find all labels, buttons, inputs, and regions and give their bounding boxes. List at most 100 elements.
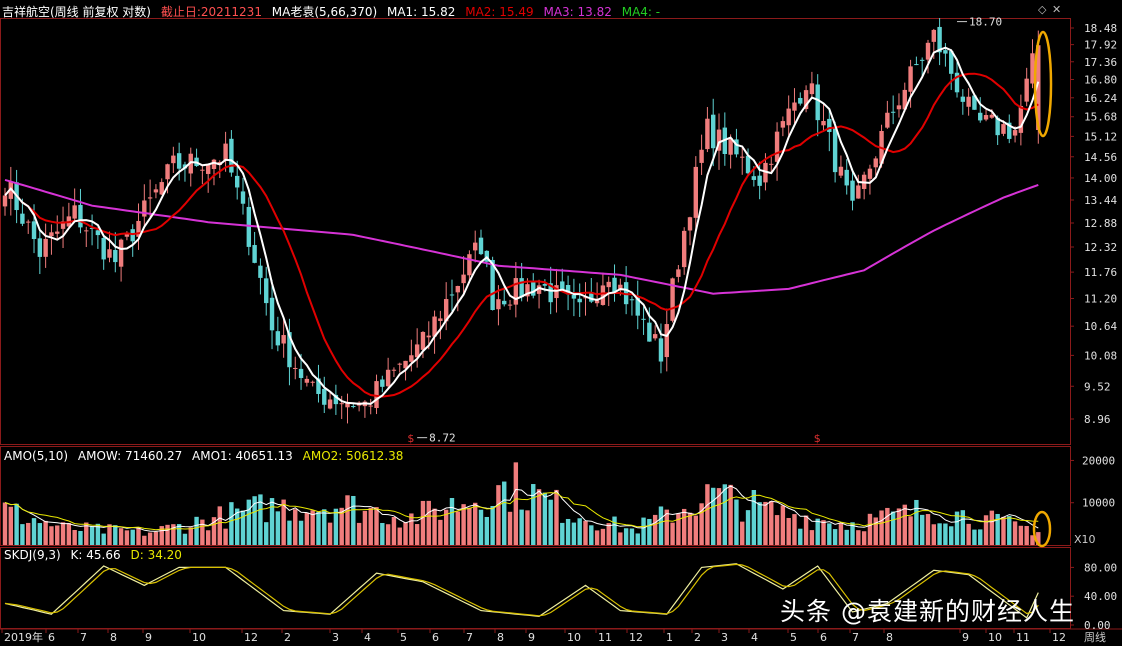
candle-body <box>815 84 820 121</box>
date-label: 6 <box>432 631 439 644</box>
date-label: 6 <box>820 631 827 644</box>
candle-body <box>925 42 931 60</box>
candle-body <box>449 294 455 296</box>
volume-bar <box>821 520 826 545</box>
period-label: 周线 <box>1084 631 1106 644</box>
candle-body <box>420 331 426 350</box>
date-label: 6 <box>48 631 55 644</box>
volume-bar <box>275 511 281 545</box>
date-label: 12 <box>1052 631 1066 644</box>
candle-body <box>1001 124 1006 134</box>
candle-body <box>235 175 240 188</box>
candle-body <box>37 238 43 257</box>
candle-body <box>385 369 391 387</box>
volume-bar <box>101 533 106 545</box>
date-label: 2019年 <box>4 630 43 644</box>
date-label: 8 <box>886 631 893 644</box>
volume-bar <box>589 525 594 545</box>
candle-body <box>571 294 577 299</box>
volume-bar <box>287 520 292 545</box>
date-label: 10 <box>192 631 206 644</box>
candle-body <box>176 153 182 169</box>
price-tick-label: 18.48 <box>1084 22 1117 35</box>
volume-bar <box>583 520 588 545</box>
volume-bar <box>745 510 751 545</box>
volume-bar <box>728 484 733 545</box>
price-tick-label: 12.88 <box>1084 217 1117 230</box>
volume-bar <box>954 511 960 545</box>
amow-value: AMOW: 71460.27 <box>77 449 183 463</box>
ma3-value: MA3: 13.82 <box>543 5 612 19</box>
candle-body <box>966 96 971 107</box>
volume-bar <box>885 507 890 545</box>
volume-bar <box>554 489 559 545</box>
amo-name: AMO(5,10) <box>4 449 69 463</box>
amo-volume-panel <box>2 462 1041 545</box>
candle-body <box>681 230 687 268</box>
candle-body <box>426 335 431 338</box>
volume-bar <box>176 524 182 545</box>
volume-bar <box>473 502 478 545</box>
volume-bar <box>594 530 600 545</box>
candle-body <box>153 189 159 193</box>
volume-bar <box>670 522 675 545</box>
volume-bar <box>513 462 519 545</box>
volume-bar <box>966 523 971 545</box>
volume-bar <box>832 529 838 545</box>
volume-bar <box>397 527 402 545</box>
volume-bar <box>37 523 43 545</box>
price-tick-label: 14.00 <box>1084 172 1117 185</box>
date-axis: 2019年 6 7 8 9 10 12 2 3 4 5 6 7 8 9 10 11 12 1 2 3 4 5 6 7 8 9 10 11… <box>1 629 1066 644</box>
candle-body <box>55 231 60 234</box>
volume-bar <box>89 526 95 545</box>
price-tick-label: 17.92 <box>1084 39 1117 52</box>
candle-body <box>827 118 832 132</box>
volume-bar <box>496 485 501 545</box>
volume-bar <box>322 509 327 545</box>
candle-body <box>676 269 681 277</box>
date-label: 9 <box>528 631 535 644</box>
volume-bar <box>803 515 809 545</box>
volume-bar <box>229 502 234 545</box>
amo1-value: AMO1: 40651.13 <box>192 449 293 463</box>
candle-body <box>1012 130 1018 136</box>
close-icon[interactable]: ✕ <box>1052 3 1061 16</box>
volume-bar <box>676 513 681 545</box>
volume-bar <box>687 512 693 545</box>
volume-bar <box>902 504 907 545</box>
low-label: 8.72 <box>429 432 456 445</box>
volume-bar <box>66 523 72 545</box>
candle-body <box>519 278 524 298</box>
price-tick-label: 10.64 <box>1084 320 1117 333</box>
candle-body <box>264 278 269 304</box>
volume-bar <box>461 504 466 545</box>
volume-bar <box>293 509 298 545</box>
candle-body <box>780 121 786 128</box>
volume-bar <box>14 503 19 545</box>
volume-bar <box>60 522 66 545</box>
volume-bar <box>502 481 507 545</box>
volume-bar <box>1001 516 1006 545</box>
price-tick-label: 15.12 <box>1084 130 1117 143</box>
volume-bar <box>484 516 490 545</box>
volume-bar <box>641 517 646 545</box>
diamond-icon[interactable]: ◇ <box>1038 3 1046 16</box>
candle-body <box>867 168 873 179</box>
volume-bar <box>78 530 83 545</box>
volume-bar <box>635 533 640 545</box>
kdj-name: SKDJ(9,3) <box>4 548 61 562</box>
candle-body <box>786 108 791 126</box>
volume-bar <box>989 510 995 545</box>
kdj-tick-label: 80.00 <box>1084 561 1117 574</box>
volume-bar <box>420 500 426 545</box>
price-tick-label: 16.24 <box>1084 92 1117 105</box>
volume-bar <box>1007 516 1012 545</box>
candle-body <box>699 149 704 163</box>
volume-bar <box>327 522 333 545</box>
candle-body <box>107 249 112 258</box>
volume-bar <box>124 530 130 545</box>
volume-bar <box>438 519 443 545</box>
volume-bar <box>310 510 315 545</box>
candle-body <box>304 378 310 383</box>
kdj-tick-label: 40.00 <box>1084 590 1117 603</box>
